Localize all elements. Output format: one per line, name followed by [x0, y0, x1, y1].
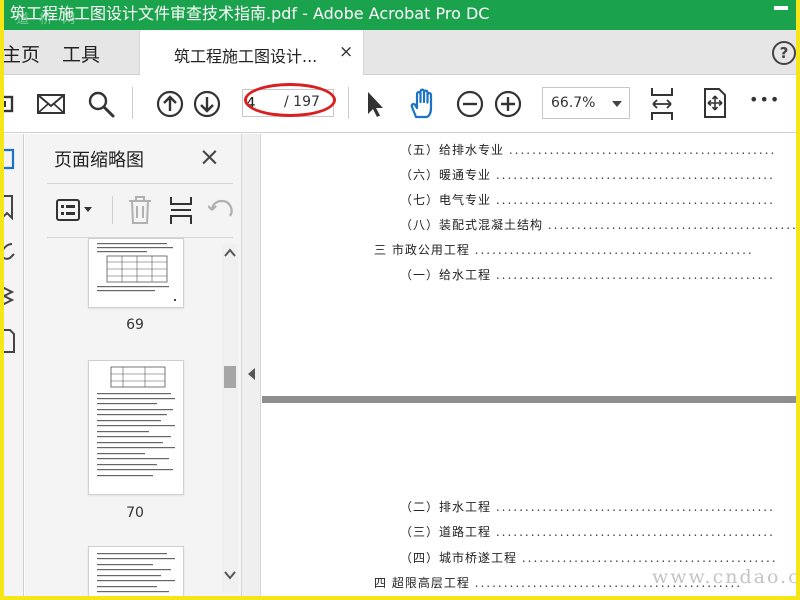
toc-entry[interactable]: （六）暖通专业 ................................…	[400, 166, 775, 183]
zoom-value: 66.7%	[551, 95, 596, 111]
acrobat-window: 筑工程施工图设计文件审查技术指南.pdf - Adobe Acrobat Pro…	[4, 0, 796, 596]
chevron-left-icon	[248, 368, 255, 380]
fit-page-icon[interactable]	[647, 86, 677, 122]
toc-entry[interactable]: 三 市政公用工程 ...............................…	[374, 241, 754, 258]
document-view[interactable]: （五）给排水专业 ...............................…	[262, 134, 796, 596]
attach-icon[interactable]	[4, 89, 30, 119]
toc-leader-dots: ........................................…	[547, 218, 796, 232]
search-icon[interactable]	[86, 89, 116, 119]
delete-icon[interactable]	[126, 194, 154, 226]
site-watermark: www.cndao.com	[652, 566, 796, 588]
toc-entry[interactable]: （八）装配式混凝土结构 ............................…	[400, 216, 796, 233]
page-thumbnail[interactable]	[88, 360, 184, 495]
bookmark-icon[interactable]	[4, 194, 18, 220]
left-icon-rail	[4, 134, 24, 596]
close-panel-icon[interactable]: ×	[199, 144, 220, 170]
thumbnails-panel: 页面缩略图 × 69 70	[25, 134, 241, 596]
toc-entry-label: （六）暖通专业	[400, 168, 492, 182]
toc-entry-label: （七）电气专业	[400, 193, 492, 207]
tab-bar: 主页 工具 筑工程施工图设计... × ?	[4, 30, 796, 75]
toc-entry[interactable]: （七）电气专业 ................................…	[400, 191, 775, 208]
panel-divider	[47, 183, 233, 184]
title-bar: 筑工程施工图设计文件审查技术指南.pdf - Adobe Acrobat Pro…	[4, 0, 796, 30]
window-title: 筑工程施工图设计文件审查技术指南.pdf - Adobe Acrobat Pro…	[10, 4, 490, 23]
thumbnail-page-number: 70	[126, 505, 144, 521]
chevron-down-icon	[612, 101, 622, 107]
toc-entry[interactable]: （一）给水工程 ................................…	[400, 266, 775, 283]
toc-entry-label: （一）给水工程	[400, 268, 492, 282]
attachment-panel-icon[interactable]	[4, 240, 18, 262]
toc-entry-label: （四）城市桥遂工程	[400, 551, 518, 565]
page-thumbnail[interactable]	[88, 546, 184, 596]
toc-leader-dots: ........................................…	[521, 551, 778, 565]
title-watermark: 道 桥 网	[16, 12, 79, 27]
thumbnail-content	[97, 553, 175, 593]
toc-leader-dots: ........................................…	[474, 243, 754, 257]
scrollbar-thumb[interactable]	[224, 366, 236, 388]
toc-leader-dots: ........................................…	[495, 525, 775, 539]
toc-leader-dots: ........................................…	[508, 143, 777, 157]
zoom-in-icon[interactable]	[493, 89, 523, 119]
select-arrow-icon[interactable]	[362, 89, 392, 119]
toc-entry-label: 三 市政公用工程	[374, 243, 470, 257]
page-annotation-ellipse	[244, 83, 336, 117]
toc-leader-dots: ........................................…	[495, 268, 775, 282]
toc-entry[interactable]: （三）道路工程 ................................…	[400, 523, 775, 540]
toc-entry[interactable]: （二）排水工程 ................................…	[400, 498, 775, 515]
page-break	[262, 396, 796, 403]
thumbnails-scrollbar[interactable]	[222, 244, 238, 592]
panel-separator	[112, 196, 113, 224]
toc-entry[interactable]: （五）给排水专业 ...............................…	[400, 141, 776, 158]
options-icon[interactable]	[56, 196, 96, 224]
zoom-select[interactable]: 66.7%	[542, 87, 630, 119]
toc-entry-label: （二）排水工程	[400, 500, 492, 514]
scroll-up-icon[interactable]	[224, 248, 236, 258]
toc-entry-label: （三）道路工程	[400, 525, 492, 539]
toc-entry-label: （五）给排水专业	[400, 143, 505, 157]
toolbar: / 197 66.7% •••	[4, 75, 796, 133]
tab-document[interactable]: 筑工程施工图设计... ×	[139, 30, 364, 75]
layers-icon[interactable]	[4, 284, 18, 308]
toc-leader-dots: ........................................…	[495, 168, 775, 182]
toc-leader-dots: ........................................…	[495, 500, 775, 514]
more-icon[interactable]: •••	[749, 90, 780, 109]
thumbnail-content	[97, 243, 176, 301]
page-down-icon[interactable]	[192, 89, 222, 119]
toolbar-separator	[132, 87, 133, 119]
rotate-icon[interactable]	[208, 196, 236, 224]
scroll-mode-icon[interactable]	[701, 87, 729, 119]
minimize-button[interactable]	[774, 6, 788, 10]
page-up-icon[interactable]	[155, 89, 185, 119]
mail-icon[interactable]	[36, 89, 66, 119]
panel-title: 页面缩略图	[54, 150, 144, 171]
scroll-down-icon[interactable]	[224, 570, 236, 580]
tab-tools[interactable]: 工具	[62, 40, 100, 67]
thumbnail-page-number: 69	[126, 317, 144, 333]
page-thumbnails-icon[interactable]	[4, 148, 18, 170]
panel-collapse-handle[interactable]	[241, 134, 261, 596]
close-tab-icon[interactable]: ×	[339, 42, 353, 62]
toc-leader-dots: ........................................…	[495, 193, 775, 207]
toolbar-separator	[348, 87, 349, 119]
document-tab-label: 筑工程施工图设计...	[174, 47, 318, 66]
insert-page-icon[interactable]	[168, 194, 194, 226]
thumbnail-content	[97, 366, 175, 477]
zoom-out-icon[interactable]	[455, 89, 485, 119]
tab-home[interactable]: 主页	[4, 40, 40, 67]
page-thumbnail[interactable]	[88, 238, 184, 308]
document-icon[interactable]	[4, 328, 18, 354]
help-icon[interactable]: ?	[772, 41, 796, 65]
toc-entry-label: 四 超限高层工程	[374, 576, 470, 590]
toc-entry[interactable]: （四）城市桥遂工程 ..............................…	[400, 549, 778, 566]
toc-entry-label: （八）装配式混凝土结构	[400, 218, 544, 232]
hand-icon[interactable]	[406, 87, 440, 121]
